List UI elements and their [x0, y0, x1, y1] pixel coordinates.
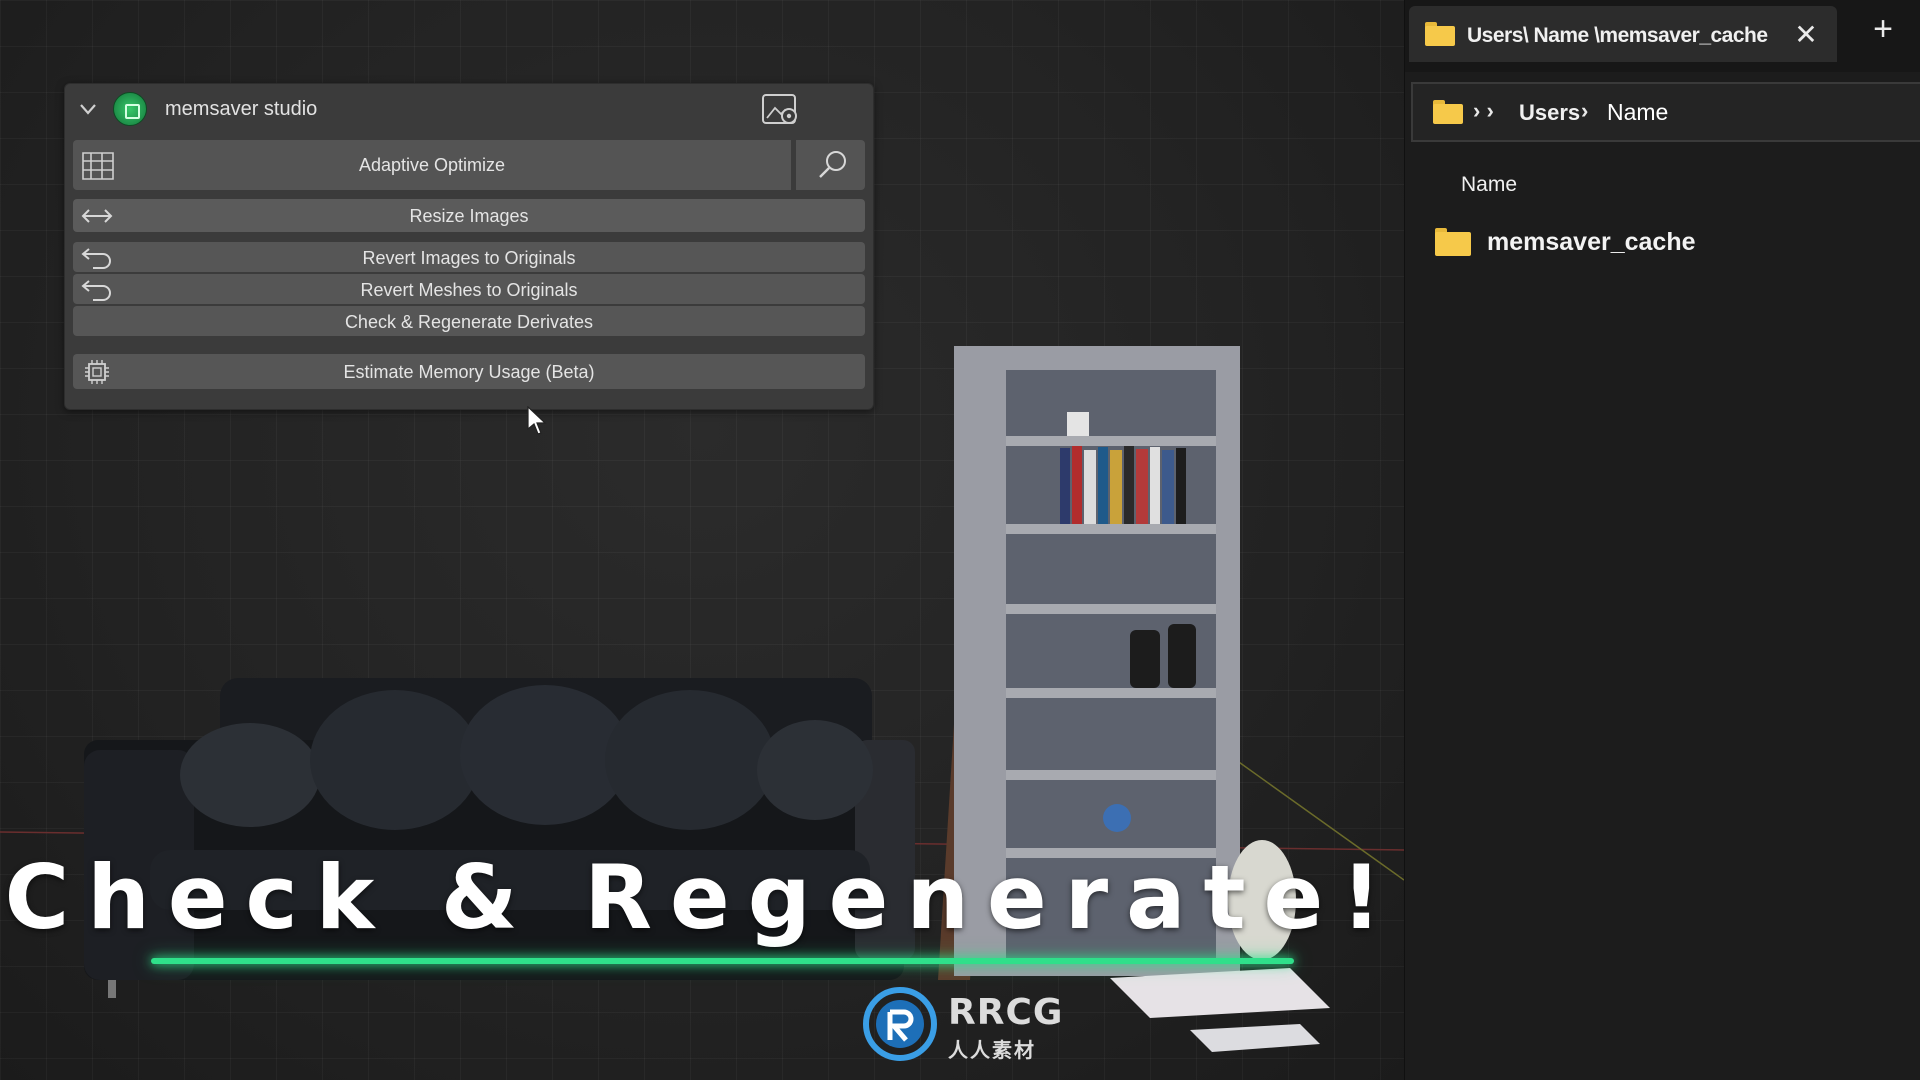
breadcrumb-overflow-icon[interactable]: › ›: [1473, 98, 1494, 124]
file-explorer: Users\ Name \memsaver_cache ✕ + › › User…: [1404, 0, 1920, 1080]
chevron-down-icon[interactable]: [77, 98, 99, 120]
breadcrumb-users[interactable]: Users: [1519, 100, 1580, 126]
settings-image-icon[interactable]: [761, 92, 801, 128]
revert-meshes-label: Revert Meshes to Originals: [360, 280, 578, 300]
estimate-memory-button[interactable]: Estimate Memory Usage (Beta): [73, 354, 865, 389]
column-header-name[interactable]: Name: [1461, 173, 1517, 197]
panel-title: memsaver studio: [165, 98, 318, 120]
search-icon: [819, 151, 846, 178]
memsaver-logo-icon: [113, 92, 147, 126]
list-item-name: memsaver_cache: [1487, 228, 1696, 256]
explorer-tabbar: Users\ Name \memsaver_cache ✕ +: [1405, 0, 1920, 72]
list-item[interactable]: memsaver_cache: [1421, 220, 1901, 264]
resize-images-label: Resize Images: [409, 206, 529, 226]
revert-meshes-button[interactable]: Revert Meshes to Originals: [73, 274, 865, 304]
check-regenerate-button[interactable]: Check & Regenerate Derivates: [73, 306, 865, 336]
breadcrumb-name[interactable]: Name: [1607, 99, 1668, 126]
folder-icon: [1435, 228, 1471, 256]
mouse-cursor-icon: [527, 406, 547, 435]
address-bar[interactable]: › › Users › Name: [1411, 82, 1920, 142]
estimate-memory-label: Estimate Memory Usage (Beta): [343, 362, 595, 382]
close-tab-icon[interactable]: ✕: [1791, 18, 1821, 51]
resize-images-button[interactable]: Resize Images: [73, 199, 865, 232]
breadcrumb-separator-icon: ›: [1581, 98, 1589, 123]
sofa-model: [84, 678, 915, 998]
check-regenerate-label: Check & Regenerate Derivates: [344, 312, 594, 332]
adaptive-optimize-button[interactable]: Adaptive Optimize: [73, 140, 791, 190]
memsaver-panel: memsaver studio Adaptive Optimize Resize…: [64, 83, 874, 410]
watermark-text: RRCG: [948, 992, 1064, 1033]
search-button[interactable]: [794, 140, 865, 190]
revert-images-label: Revert Images to Originals: [362, 248, 576, 268]
tab-title: Users\ Name \memsaver_cache: [1467, 24, 1768, 47]
panel-header[interactable]: memsaver studio: [65, 84, 873, 132]
watermark: RRCG 人人素材: [860, 984, 1064, 1064]
caption-text: Check & Regenerate!: [4, 846, 1400, 949]
explorer-tab[interactable]: Users\ Name \memsaver_cache ✕: [1409, 6, 1837, 62]
revert-images-button[interactable]: Revert Images to Originals: [73, 242, 865, 272]
new-tab-button[interactable]: +: [1865, 10, 1901, 49]
folder-icon: [1425, 22, 1455, 46]
folder-icon: [1433, 100, 1463, 124]
rrcg-logo-icon: [863, 987, 937, 1061]
caption-underline: [151, 958, 1294, 964]
adaptive-optimize-label: Adaptive Optimize: [358, 155, 506, 175]
watermark-subtext: 人人素材: [948, 1038, 1036, 1062]
